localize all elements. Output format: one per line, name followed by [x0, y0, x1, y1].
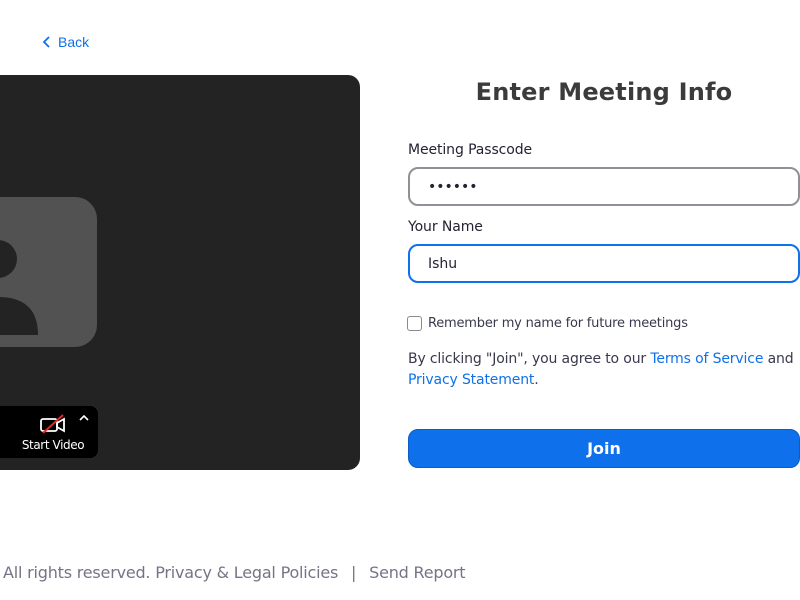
video-off-icon: [40, 414, 65, 434]
footer-separator: |: [351, 563, 357, 582]
name-label: Your Name: [408, 219, 483, 235]
chevron-up-icon[interactable]: [78, 413, 90, 423]
video-preview: Start Video: [0, 75, 360, 470]
agree-prefix: By clicking "Join", you agree to our: [408, 351, 651, 367]
terms-agreement-text: By clicking "Join", you agree to our Ter…: [408, 349, 800, 391]
start-video-label: Start Video: [21, 438, 85, 452]
remember-name-checkbox-row[interactable]: Remember my name for future meetings: [407, 316, 688, 331]
agree-suffix: .: [534, 372, 539, 388]
privacy-statement-link[interactable]: Privacy Statement: [408, 372, 534, 388]
passcode-input[interactable]: [408, 167, 800, 206]
remember-name-checkbox[interactable]: [407, 316, 422, 331]
terms-of-service-link[interactable]: Terms of Service: [650, 351, 763, 367]
join-meeting-page: Back Start Video Enter Meeting Info Meet…: [0, 0, 800, 600]
back-label: Back: [58, 34, 90, 50]
back-link[interactable]: Back: [42, 34, 89, 50]
join-button[interactable]: Join: [408, 429, 800, 468]
send-report-link[interactable]: Send Report: [369, 563, 465, 582]
footer-rights-text: All rights reserved.: [3, 563, 151, 582]
avatar: [0, 197, 97, 347]
start-video-button[interactable]: Start Video: [0, 406, 98, 458]
chevron-left-icon: [42, 36, 50, 48]
name-input[interactable]: [408, 244, 800, 283]
page-title: Enter Meeting Info: [475, 78, 733, 106]
remember-name-label: Remember my name for future meetings: [428, 316, 688, 331]
footer: All rights reserved. Privacy & Legal Pol…: [3, 563, 466, 582]
passcode-label: Meeting Passcode: [408, 142, 533, 158]
agree-middle: and: [763, 351, 794, 367]
user-silhouette-icon: [0, 240, 38, 335]
privacy-legal-link[interactable]: Privacy & Legal Policies: [155, 563, 338, 582]
